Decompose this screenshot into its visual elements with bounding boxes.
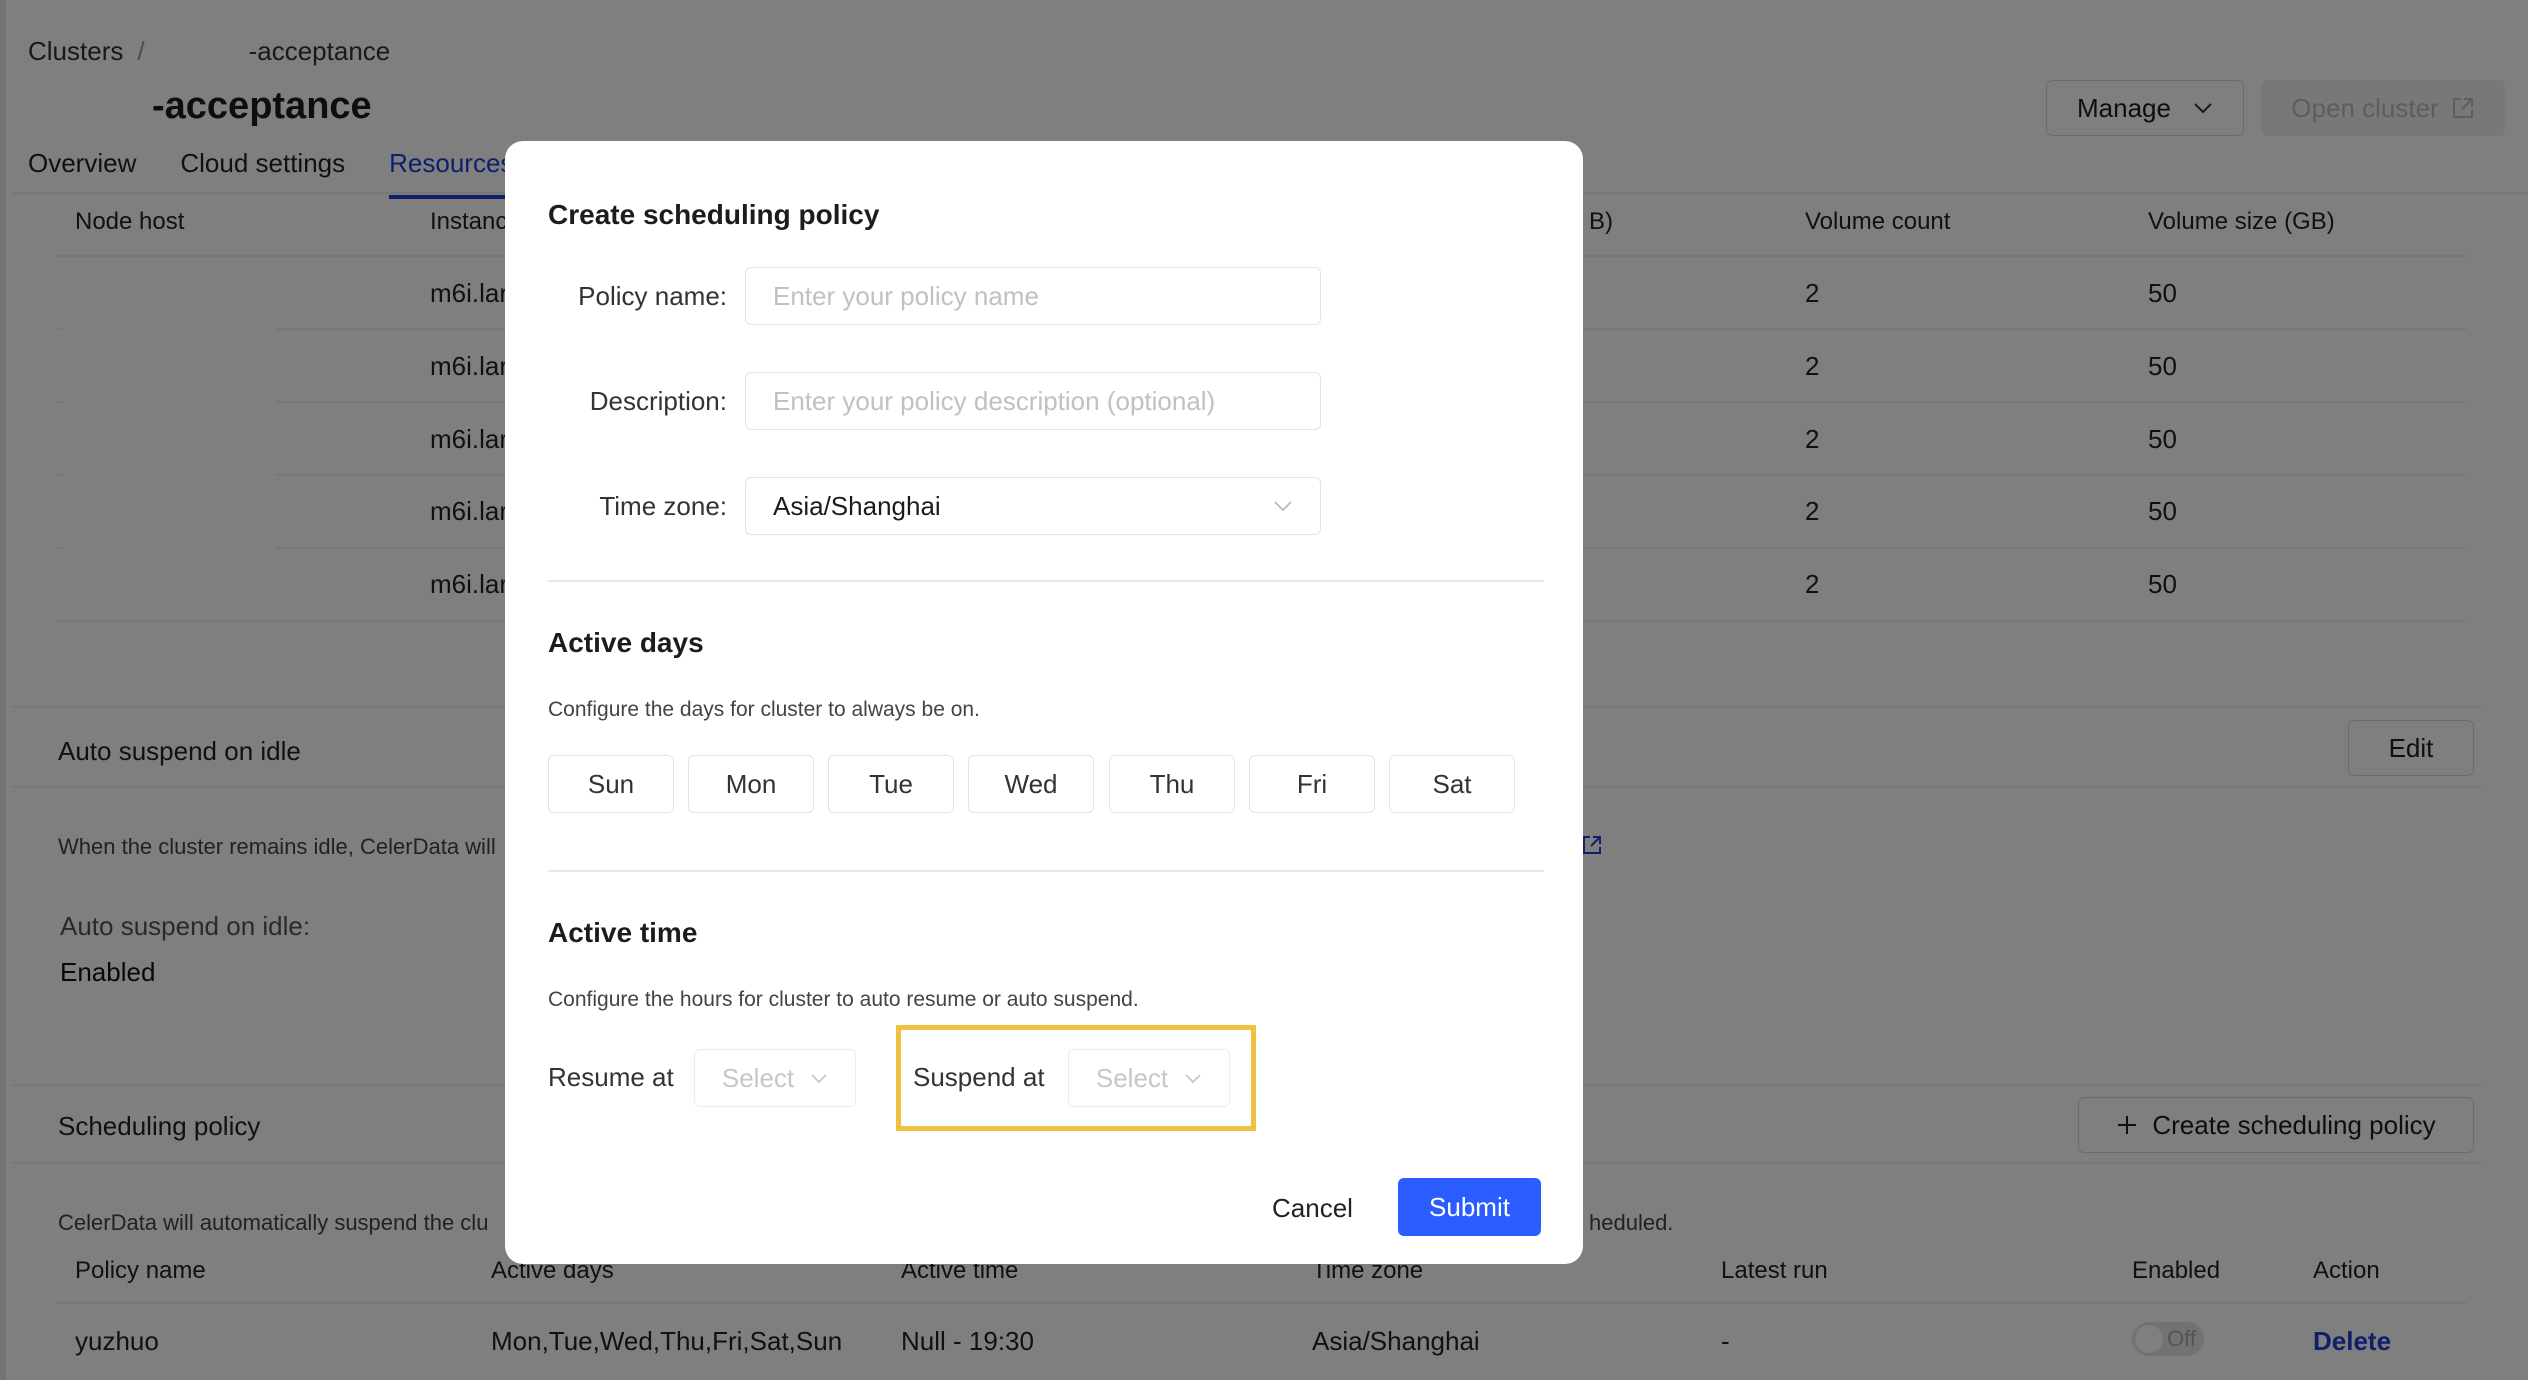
active-time-title: Active time: [548, 917, 698, 948]
description-label: Description:: [589, 386, 727, 416]
description-placeholder: Enter your policy description (optional): [773, 385, 1216, 416]
day-button-fri[interactable]: Fri: [1249, 755, 1375, 813]
cancel-button[interactable]: Cancel: [1272, 1193, 1353, 1224]
resume-at-select[interactable]: Select: [694, 1049, 856, 1107]
policy-name-input[interactable]: Enter your policy name: [745, 267, 1321, 325]
suspend-at-placeholder: Select: [1095, 1062, 1169, 1093]
policy-name-placeholder: Enter your policy name: [773, 280, 1039, 311]
day-button-sat[interactable]: Sat: [1389, 755, 1515, 813]
dialog-divider: [548, 870, 1544, 872]
active-days-description: Configure the days for cluster to always…: [548, 698, 980, 721]
time-zone-select[interactable]: Asia/Shanghai: [745, 477, 1321, 535]
description-input[interactable]: Enter your policy description (optional): [745, 372, 1321, 430]
chevron-down-icon: [1184, 1073, 1202, 1084]
day-button-sun[interactable]: Sun: [548, 755, 674, 813]
chevron-down-icon: [1273, 500, 1293, 512]
submit-button-label: Submit: [1429, 1191, 1510, 1222]
resume-at-placeholder: Select: [721, 1062, 795, 1093]
suspend-at-select[interactable]: Select: [1068, 1049, 1230, 1107]
active-time-description: Configure the hours for cluster to auto …: [548, 988, 1139, 1011]
dialog-title: Create scheduling policy: [548, 199, 880, 230]
day-button-wed[interactable]: Wed: [968, 755, 1094, 813]
day-button-tue[interactable]: Tue: [828, 755, 954, 813]
resume-at-label: Resume at: [548, 1062, 674, 1092]
submit-button[interactable]: Submit: [1398, 1178, 1541, 1236]
chevron-down-icon: [810, 1073, 828, 1084]
time-zone-label: Time zone:: [599, 491, 727, 521]
create-scheduling-policy-dialog: Create scheduling policy Policy name: En…: [505, 141, 1583, 1264]
day-button-mon[interactable]: Mon: [688, 755, 814, 813]
time-zone-value: Asia/Shanghai: [773, 490, 941, 521]
active-days-title: Active days: [548, 627, 704, 658]
suspend-at-label: Suspend at: [913, 1062, 1045, 1092]
day-button-thu[interactable]: Thu: [1109, 755, 1235, 813]
dialog-divider: [548, 580, 1544, 582]
policy-name-label: Policy name:: [578, 281, 727, 311]
